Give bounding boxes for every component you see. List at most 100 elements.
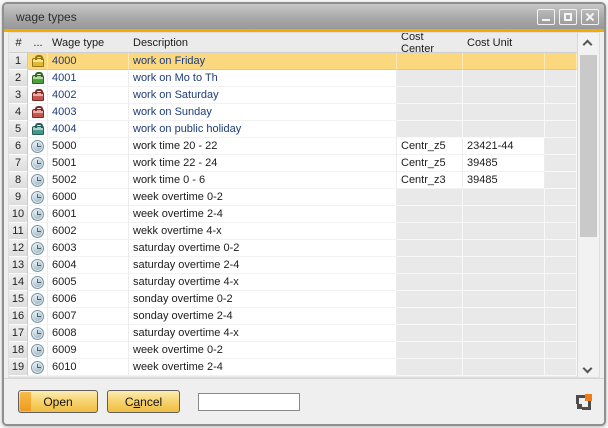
table-row[interactable]: 6 5000 work time 20 - 22 Centr_z5 23421-… — [9, 138, 577, 155]
row-number-cell[interactable]: 1 — [9, 53, 28, 70]
description-cell[interactable]: work time 20 - 22 — [129, 138, 397, 155]
row-number-cell[interactable]: 13 — [9, 257, 28, 274]
description-cell[interactable]: work time 22 - 24 — [129, 155, 397, 172]
description-cell[interactable]: work time 0 - 6 — [129, 172, 397, 189]
wage-type-cell[interactable]: 6008 — [48, 325, 129, 342]
row-icon-cell[interactable] — [28, 172, 48, 189]
table-row[interactable]: 12 6003 saturday overtime 0-2 — [9, 240, 577, 257]
table-row[interactable]: 14 6005 saturday overtime 4-x — [9, 274, 577, 291]
cost-center-cell[interactable]: Centr_z5 — [397, 138, 463, 155]
col-header-rownum[interactable]: # — [9, 33, 28, 52]
row-icon-cell[interactable] — [28, 206, 48, 223]
row-number-cell[interactable]: 8 — [9, 172, 28, 189]
row-number-cell[interactable]: 3 — [9, 87, 28, 104]
description-cell[interactable]: sonday overtime 2-4 — [129, 308, 397, 325]
cost-unit-cell[interactable]: 39485 — [463, 172, 545, 189]
cost-center-cell[interactable] — [397, 53, 463, 70]
row-icon-cell[interactable] — [28, 138, 48, 155]
cost-center-cell[interactable] — [397, 121, 463, 138]
wage-type-cell[interactable]: 5001 — [48, 155, 129, 172]
restore-button[interactable] — [559, 9, 577, 25]
row-number-cell[interactable]: 19 — [9, 359, 28, 376]
cost-unit-cell[interactable]: 39485 — [463, 155, 545, 172]
cost-unit-cell[interactable] — [463, 308, 545, 325]
col-header-description[interactable]: Description — [129, 33, 397, 52]
table-row[interactable]: 15 6006 sonday overtime 0-2 — [9, 291, 577, 308]
description-cell[interactable]: work on public holiday — [129, 121, 397, 138]
wage-type-cell[interactable]: 4001 — [48, 70, 129, 87]
cost-center-cell[interactable] — [397, 325, 463, 342]
wage-type-cell[interactable]: 4004 — [48, 121, 129, 138]
row-icon-cell[interactable] — [28, 308, 48, 325]
minimize-button[interactable] — [537, 9, 555, 25]
cost-center-cell[interactable] — [397, 206, 463, 223]
cost-center-cell[interactable] — [397, 240, 463, 257]
description-cell[interactable]: week overtime 0-2 — [129, 342, 397, 359]
description-cell[interactable]: wekk overtime 4-x — [129, 223, 397, 240]
cost-unit-cell[interactable] — [463, 121, 545, 138]
row-number-cell[interactable]: 10 — [9, 206, 28, 223]
row-icon-cell[interactable] — [28, 240, 48, 257]
col-header-cost-unit[interactable]: Cost Unit — [463, 33, 545, 52]
cost-center-cell[interactable] — [397, 274, 463, 291]
row-number-cell[interactable]: 11 — [9, 223, 28, 240]
wage-type-cell[interactable]: 6002 — [48, 223, 129, 240]
table-row[interactable]: 7 5001 work time 22 - 24 Centr_z5 39485 — [9, 155, 577, 172]
table-row[interactable]: 1 4000 work on Friday — [9, 53, 577, 70]
table-row[interactable]: 5 4004 work on public holiday — [9, 121, 577, 138]
wage-type-cell[interactable]: 4003 — [48, 104, 129, 121]
cost-center-cell[interactable] — [397, 308, 463, 325]
wage-type-cell[interactable]: 5000 — [48, 138, 129, 155]
row-number-cell[interactable]: 14 — [9, 274, 28, 291]
cost-center-cell[interactable] — [397, 291, 463, 308]
description-cell[interactable]: saturday overtime 4-x — [129, 274, 397, 291]
scroll-down-icon[interactable] — [583, 364, 593, 374]
description-cell[interactable]: work on Friday — [129, 53, 397, 70]
close-button[interactable] — [581, 9, 599, 25]
row-icon-cell[interactable] — [28, 274, 48, 291]
row-number-cell[interactable]: 12 — [9, 240, 28, 257]
cost-center-cell[interactable]: Centr_z5 — [397, 155, 463, 172]
row-number-cell[interactable]: 9 — [9, 189, 28, 206]
row-icon-cell[interactable] — [28, 155, 48, 172]
row-icon-cell[interactable] — [28, 325, 48, 342]
table-row[interactable]: 9 6000 week overtime 0-2 — [9, 189, 577, 206]
cost-unit-cell[interactable] — [463, 274, 545, 291]
description-cell[interactable]: saturday overtime 2-4 — [129, 257, 397, 274]
table-row[interactable]: 10 6001 week overtime 2-4 — [9, 206, 577, 223]
row-number-cell[interactable]: 4 — [9, 104, 28, 121]
wage-type-cell[interactable]: 6004 — [48, 257, 129, 274]
row-icon-cell[interactable] — [28, 342, 48, 359]
description-cell[interactable]: saturday overtime 4-x — [129, 325, 397, 342]
table-row[interactable]: 16 6007 sonday overtime 2-4 — [9, 308, 577, 325]
row-number-cell[interactable]: 6 — [9, 138, 28, 155]
cost-center-cell[interactable] — [397, 359, 463, 376]
description-cell[interactable]: work on Saturday — [129, 87, 397, 104]
cost-center-cell[interactable] — [397, 87, 463, 104]
wage-type-cell[interactable]: 6006 — [48, 291, 129, 308]
table-row[interactable]: 11 6002 wekk overtime 4-x — [9, 223, 577, 240]
vertical-scrollbar[interactable] — [577, 33, 599, 377]
wage-type-cell[interactable]: 5002 — [48, 172, 129, 189]
wage-type-cell[interactable]: 6003 — [48, 240, 129, 257]
scrollbar-thumb[interactable] — [580, 55, 597, 237]
row-icon-cell[interactable] — [28, 189, 48, 206]
wage-type-cell[interactable]: 6005 — [48, 274, 129, 291]
description-cell[interactable]: week overtime 0-2 — [129, 189, 397, 206]
description-cell[interactable]: week overtime 2-4 — [129, 359, 397, 376]
cost-unit-cell[interactable] — [463, 325, 545, 342]
cost-center-cell[interactable] — [397, 223, 463, 240]
table-row[interactable]: 17 6008 saturday overtime 4-x — [9, 325, 577, 342]
row-icon-cell[interactable] — [28, 70, 48, 87]
row-icon-cell[interactable] — [28, 53, 48, 70]
row-icon-cell[interactable] — [28, 257, 48, 274]
row-icon-cell[interactable] — [28, 104, 48, 121]
cost-center-cell[interactable] — [397, 70, 463, 87]
cancel-button[interactable]: Cancel — [107, 390, 180, 413]
scroll-up-icon[interactable] — [583, 40, 593, 50]
description-cell[interactable]: week overtime 2-4 — [129, 206, 397, 223]
wage-type-cell[interactable]: 4002 — [48, 87, 129, 104]
cost-center-cell[interactable] — [397, 257, 463, 274]
row-icon-cell[interactable] — [28, 359, 48, 376]
col-header-cost-center[interactable]: Cost Center — [397, 33, 463, 52]
